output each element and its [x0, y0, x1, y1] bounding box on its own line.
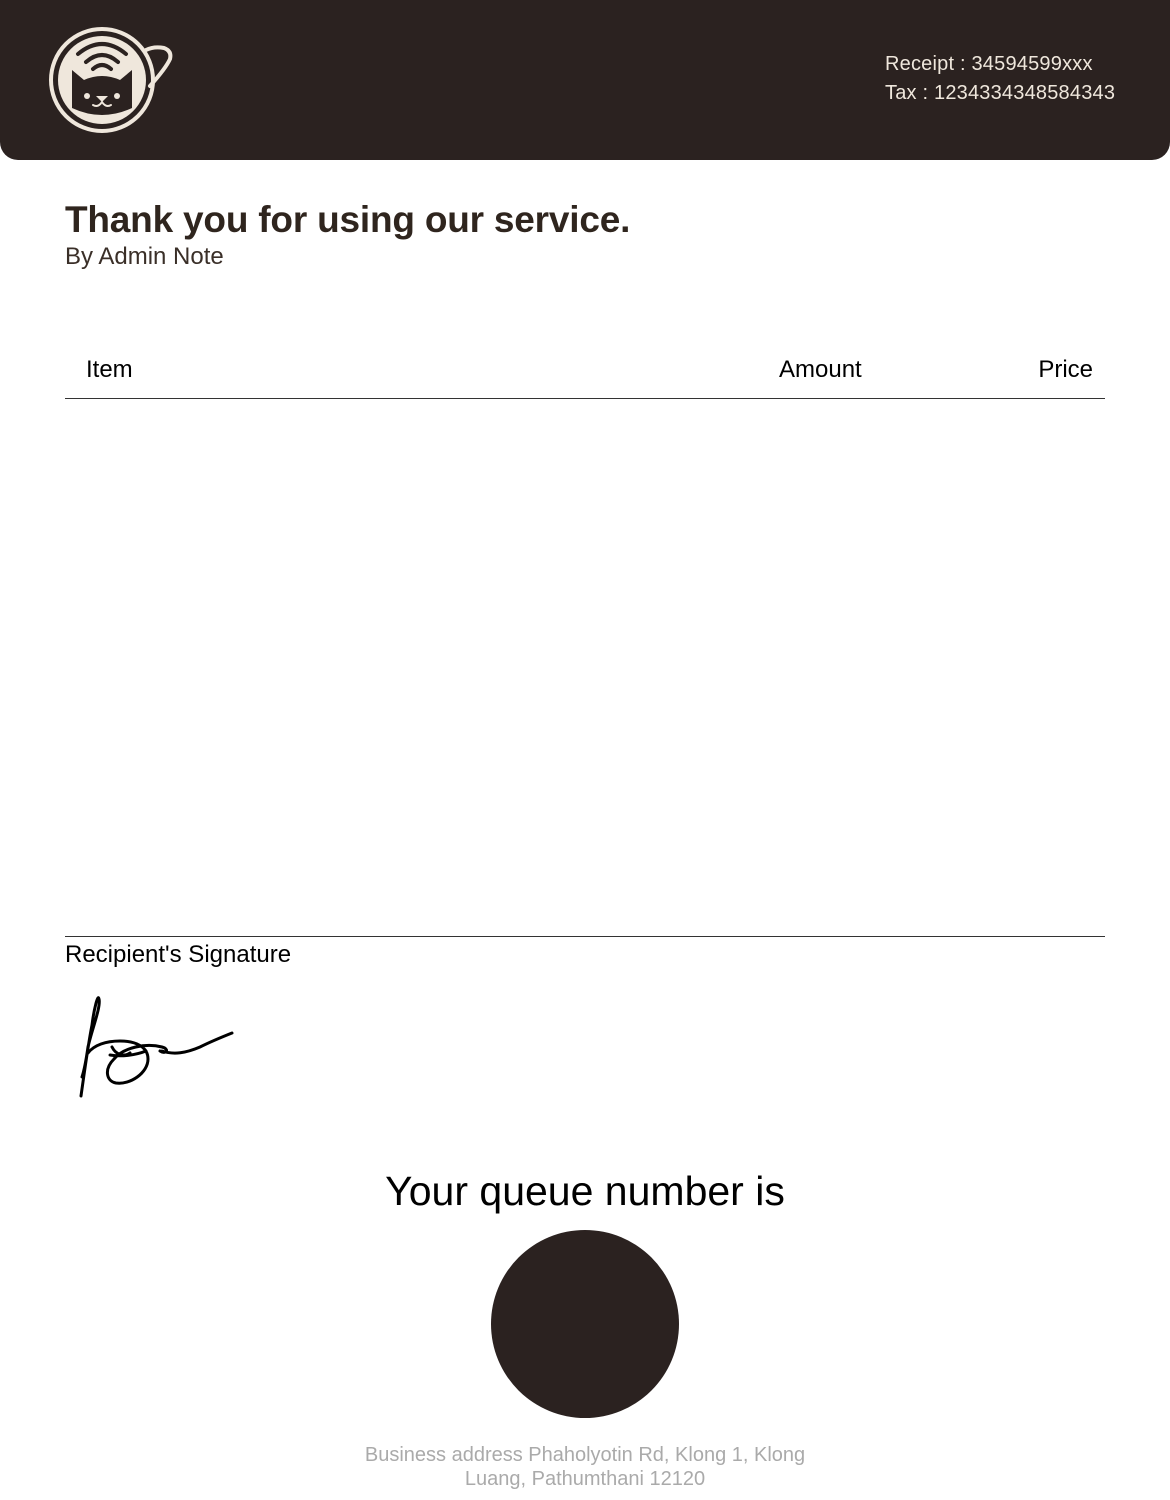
tax-number: Tax : 1234334348584343 — [885, 82, 1116, 104]
cat-coffee-cup-logo-icon — [49, 27, 173, 133]
receipt-header: Receipt : 34594599xxx Tax : 123433434858… — [0, 0, 1170, 160]
column-header-amount: Amount — [779, 356, 862, 383]
signature-divider — [65, 936, 1105, 937]
items-table-header: Item Amount Price — [65, 356, 1105, 399]
column-header-item: Item — [86, 356, 133, 383]
thank-you-title: Thank you for using our service. — [65, 199, 631, 240]
queue-title: Your queue number is — [385, 1168, 785, 1214]
column-header-price: Price — [1038, 356, 1093, 383]
queue-number-badge — [491, 1230, 679, 1418]
business-address: Business address Phaholyotin Rd, Klong 1… — [364, 1444, 806, 1490]
receipt-number: Receipt : 34594599xxx — [885, 53, 1093, 75]
signature-label: Recipient's Signature — [65, 941, 292, 968]
admin-note: By Admin Note — [65, 243, 224, 270]
items-table-body — [65, 399, 1105, 936]
handwritten-signature-icon — [79, 996, 234, 1098]
receipt-meta: Receipt : 34594599xxx Tax : 123433434858… — [885, 50, 1115, 108]
